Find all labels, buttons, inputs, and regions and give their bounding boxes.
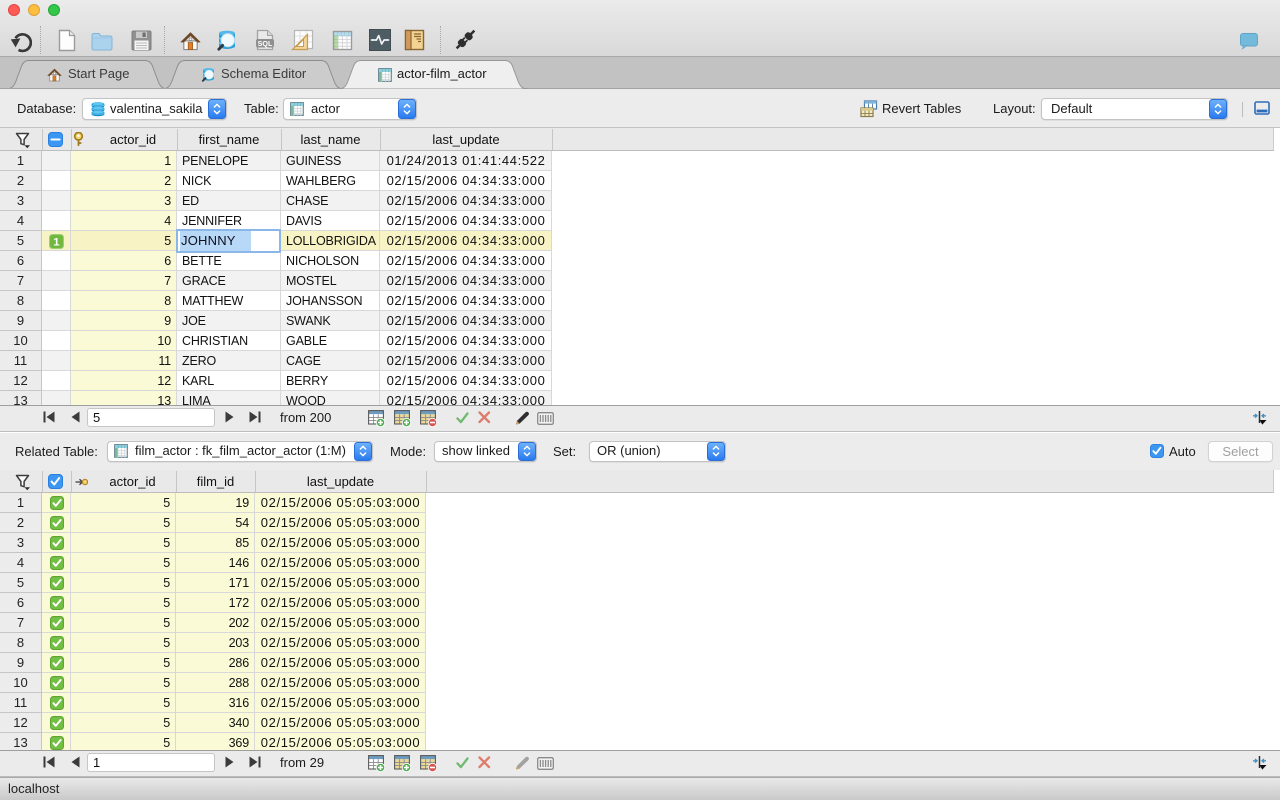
svg-text:SQL: SQL [258,39,273,48]
svg-text:1: 1 [53,236,59,248]
